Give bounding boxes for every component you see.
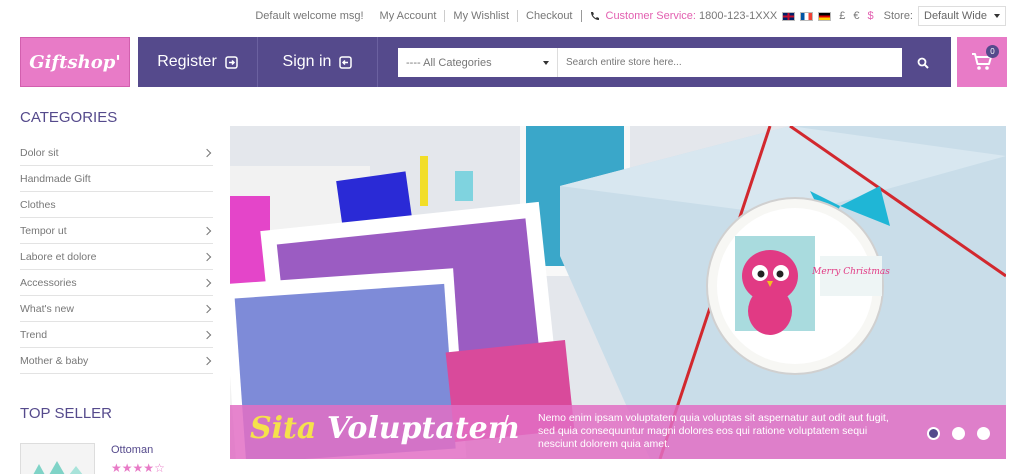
banner-title-highlight: Sita: [250, 411, 317, 446]
category-label: Clothes: [20, 198, 56, 211]
uk-flag-icon[interactable]: [782, 11, 796, 21]
cart-count-badge: 0: [986, 45, 999, 58]
star-icon: ★: [111, 461, 122, 474]
register-label: Register: [157, 53, 217, 70]
search-icon: [917, 57, 929, 69]
store-select-value: Default Wide: [924, 10, 987, 22]
top-seller-title: TOP SELLER: [20, 405, 112, 422]
categories-title: CATEGORIES: [20, 109, 118, 126]
category-item[interactable]: Trend: [20, 322, 213, 348]
chevron-right-icon[interactable]: [202, 278, 212, 287]
category-item[interactable]: Labore et dolore: [20, 244, 213, 270]
register-icon: [225, 55, 238, 69]
logo-text: Giftshop': [29, 51, 121, 73]
signin-label: Sign in: [282, 53, 332, 70]
category-label: Trend: [20, 328, 48, 341]
store-select[interactable]: Default Wide: [918, 6, 1006, 26]
checkout-link[interactable]: Checkout: [518, 10, 582, 22]
category-label: Handmade Gift: [20, 172, 91, 185]
chevron-right-icon[interactable]: [202, 356, 212, 365]
phone-number: 1800-123-1XXX: [698, 10, 778, 22]
main-navbar: Register Sign in ---- All Categories: [138, 37, 951, 87]
phone-icon: [590, 12, 599, 20]
banner-caption: Sita Voluptatem / Nemo enim ipsam volupt…: [230, 405, 1006, 459]
search-bar: ---- All Categories: [398, 48, 944, 77]
my-account-link[interactable]: My Account: [372, 10, 446, 22]
chevron-right-icon[interactable]: [202, 330, 212, 339]
welcome-message: Default welcome msg!: [255, 10, 364, 22]
top-bar: Default welcome msg! My Account My Wishl…: [255, 6, 1006, 26]
customer-service-label: Customer Service:: [605, 10, 696, 22]
product-thumbnail[interactable]: [20, 443, 95, 474]
category-select[interactable]: ---- All Categories: [398, 48, 558, 77]
cart-button[interactable]: 0: [957, 37, 1007, 87]
category-label: Tempor ut: [20, 224, 67, 237]
banner-title: Sita Voluptatem: [250, 411, 520, 446]
category-item[interactable]: Handmade Gift: [20, 166, 213, 192]
product-image: [21, 444, 94, 474]
product-name[interactable]: Ottoman: [111, 444, 153, 456]
register-button[interactable]: Register: [138, 37, 258, 87]
hero-banner[interactable]: Merry Christmas Sita Voluptatem / Nemo e…: [230, 126, 1006, 459]
germany-flag-icon[interactable]: [818, 11, 832, 21]
banner-description: Nemo enim ipsam voluptatem quia voluptas…: [538, 412, 889, 450]
currency-gbp[interactable]: £: [839, 10, 845, 22]
category-label: Labore et dolore: [20, 250, 97, 263]
category-item[interactable]: Tempor ut: [20, 218, 213, 244]
chevron-right-icon[interactable]: [202, 304, 212, 313]
star-icon: ★: [143, 461, 155, 474]
category-label: What's new: [20, 302, 74, 315]
chevron-right-icon[interactable]: [202, 252, 212, 261]
france-flag-icon[interactable]: [800, 11, 814, 21]
currency-eur[interactable]: €: [853, 10, 859, 22]
slider-dots: [915, 427, 990, 440]
category-list: Dolor sit Handmade Gift Clothes Tempor ut La…: [20, 140, 213, 374]
store-label: Store:: [883, 10, 913, 22]
tag-text: Merry Christmas: [811, 267, 890, 277]
banner-title-rest: Voluptatem: [326, 411, 520, 446]
slider-dot[interactable]: [977, 427, 990, 440]
category-item[interactable]: Mother & baby: [20, 348, 213, 374]
category-item[interactable]: Dolor sit: [20, 140, 213, 166]
slider-dot[interactable]: [952, 427, 965, 440]
my-wishlist-link[interactable]: My Wishlist: [445, 10, 519, 22]
slider-dot[interactable]: [927, 427, 940, 440]
star-icon: ★: [121, 461, 133, 474]
rating-stars: ★★★★☆: [111, 461, 165, 474]
search-input[interactable]: [558, 48, 902, 77]
chevron-right-icon[interactable]: [202, 226, 212, 235]
category-item[interactable]: Clothes: [20, 192, 213, 218]
star-empty-icon: ☆: [154, 461, 165, 474]
chevron-down-icon: [543, 60, 549, 65]
star-icon: ★: [132, 461, 144, 474]
category-select-value: ---- All Categories: [406, 56, 492, 69]
currency-usd[interactable]: $: [868, 10, 874, 22]
chevron-down-icon: [994, 14, 1000, 18]
category-label: Dolor sit: [20, 146, 59, 159]
search-button[interactable]: [902, 48, 944, 77]
category-label: Mother & baby: [20, 354, 89, 367]
logo[interactable]: Giftshop': [20, 37, 130, 87]
chevron-right-icon[interactable]: [202, 148, 212, 157]
customer-service: Customer Service: 1800-123-1XXX: [590, 10, 778, 22]
category-item[interactable]: What's new: [20, 296, 213, 322]
signin-icon: [339, 55, 353, 69]
category-label: Accessories: [20, 276, 77, 289]
top-seller-item[interactable]: Ottoman ★★★★☆: [20, 443, 213, 474]
signin-button[interactable]: Sign in: [258, 37, 378, 87]
category-item[interactable]: Accessories: [20, 270, 213, 296]
banner-divider: /: [498, 409, 510, 449]
